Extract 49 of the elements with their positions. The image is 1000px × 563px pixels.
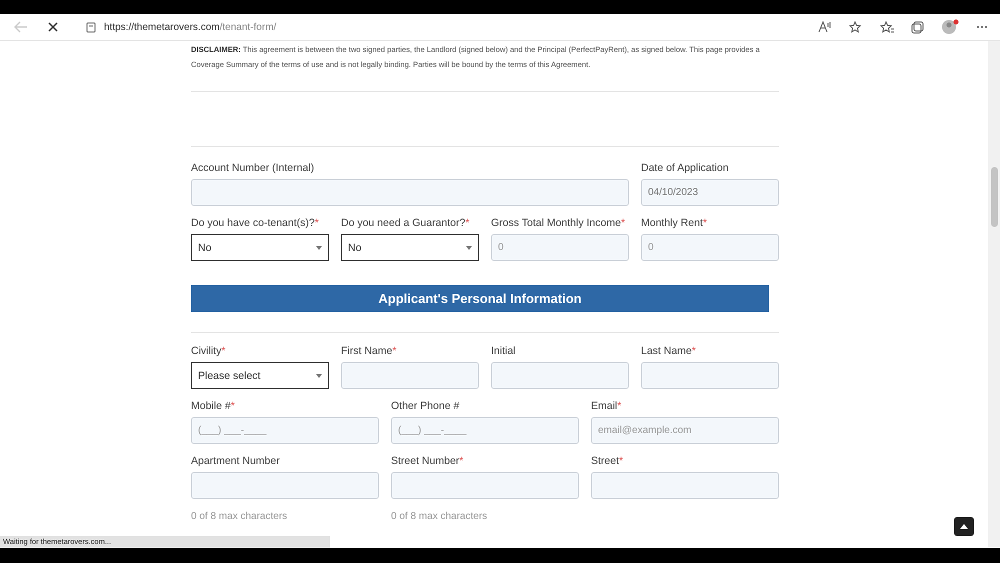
input-field[interactable] [191,472,379,499]
close-icon[interactable] [48,22,58,32]
input-field[interactable] [341,362,479,389]
field-label: Email* [591,399,622,414]
field-label: Other Phone # [391,399,460,414]
field-label: Account Number (Internal) [191,161,316,176]
favorites-icon[interactable] [880,20,894,34]
caret-icon [316,374,322,378]
input-field[interactable] [591,472,779,499]
character-count: 0 of 8 max characters [391,511,488,523]
read-aloud-icon[interactable] [818,21,832,33]
profile-icon[interactable] [941,19,959,35]
field-label: Last Name* [641,344,697,359]
chevron-up-icon [960,524,968,529]
section-header: Applicant's Personal Information [191,285,769,312]
back-to-top-button[interactable] [954,517,974,536]
input-field[interactable]: (___) ___-____ [191,417,379,444]
input-field[interactable] [641,362,779,389]
input-field[interactable]: email@example.com [591,417,779,444]
field-label: Do you have co-tenant(s)?* [191,216,320,231]
input-field[interactable]: (___) ___-____ [391,417,579,444]
field-label: Street* [591,454,624,469]
collections-icon[interactable] [911,20,924,34]
input-field[interactable] [491,362,629,389]
dropdown[interactable]: No [191,234,329,261]
field-label: First Name* [341,344,398,359]
input-field[interactable] [391,472,579,499]
field-label: Civility* [191,344,226,359]
field-label: Apartment Number [191,454,281,469]
scrollbar[interactable] [988,41,1000,548]
more-icon[interactable] [976,25,988,29]
input-field[interactable]: 04/10/2023 [641,179,779,206]
caret-icon [466,246,472,250]
field-label: Street Number* [391,454,464,469]
field-label: Mobile #* [191,399,236,414]
input-field[interactable] [191,179,629,206]
dropdown[interactable]: Please select [191,362,329,389]
field-label: Do you need a Guarantor?* [341,216,470,231]
caret-icon [316,246,322,250]
field-label: Gross Total Monthly Income* [491,216,626,231]
page-icon[interactable] [86,22,96,32]
field-label: Date of Application [641,161,730,176]
input-field[interactable]: 0 [641,234,779,261]
dropdown[interactable]: No [341,234,479,261]
address-bar[interactable]: https://themetarovers.com/tenant-form/ [104,22,276,32]
character-count: 0 of 8 max characters [191,511,288,523]
field-label: Monthly Rent* [641,216,708,231]
input-field[interactable]: 0 [491,234,629,261]
field-label: Initial [491,344,517,359]
